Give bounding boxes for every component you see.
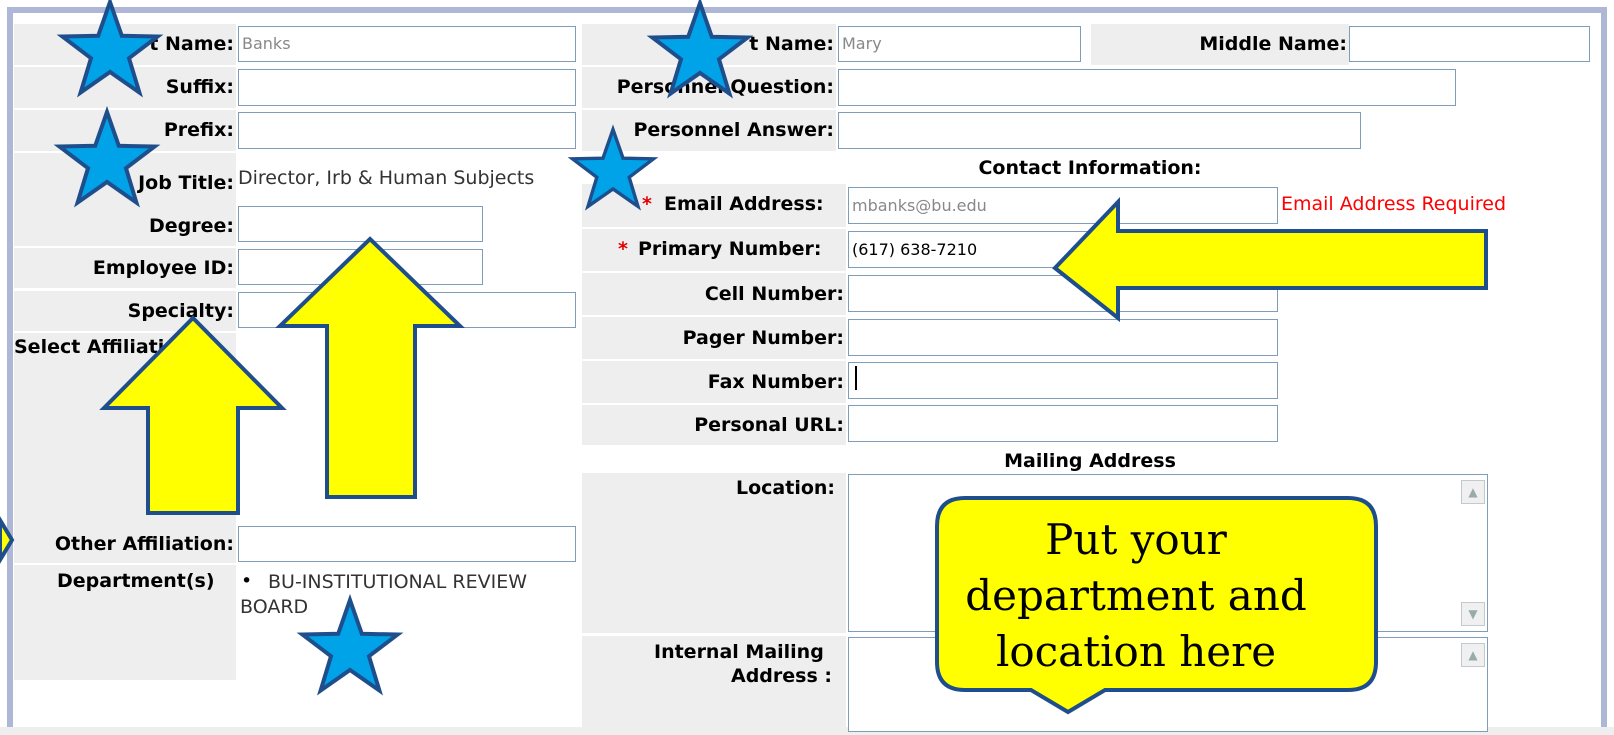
- prefix-label: Prefix:: [14, 110, 236, 151]
- fax-number-input[interactable]: [848, 362, 1278, 399]
- internal-mailing-label-line2: Address :: [731, 665, 832, 687]
- suffix-label: Suffix:: [14, 67, 236, 108]
- select-affiliations-label: Select Affiliations:: [14, 336, 210, 358]
- employee-id-label: Employee ID:: [14, 248, 236, 288]
- fax-number-label: Fax Number:: [582, 361, 846, 403]
- cell-number-input[interactable]: [848, 275, 1278, 312]
- email-label: Email Address:: [664, 193, 824, 215]
- personal-url-input[interactable]: [848, 405, 1278, 442]
- last-name-label: t Name:: [14, 24, 236, 65]
- degree-input[interactable]: [238, 206, 483, 242]
- personnel-question-input[interactable]: [838, 69, 1456, 106]
- affiliations-area: [14, 333, 236, 525]
- job-title-value: Director, Irb & Human Subjects: [238, 167, 535, 189]
- personnel-answer-label: Personnel Answer:: [582, 110, 836, 151]
- first-name-input[interactable]: Mary: [838, 26, 1081, 62]
- first-name-label: t Name:: [582, 24, 836, 65]
- primary-required-marker: *: [618, 238, 628, 260]
- personnel-answer-input[interactable]: [838, 112, 1361, 149]
- job-title-label: Job Title:: [14, 153, 236, 213]
- text-cursor: [855, 366, 857, 390]
- department-item: BU-INSTITUTIONAL REVIEW BOARD: [240, 571, 527, 618]
- email-input[interactable]: mbanks@bu.edu: [848, 187, 1278, 224]
- pager-number-label: Pager Number:: [582, 317, 846, 359]
- email-error-text: Email Address Required: [1281, 193, 1507, 215]
- other-affiliation-input[interactable]: [238, 526, 576, 562]
- contact-information-header: Contact Information:: [978, 157, 1202, 179]
- callout-line-3: location here: [995, 627, 1277, 676]
- internal-mailing-label-line1: Internal Mailing: [654, 641, 824, 663]
- middle-name-input[interactable]: [1349, 26, 1590, 62]
- personnel-question-label: Personnel Question:: [582, 67, 836, 108]
- suffix-input[interactable]: [238, 69, 576, 106]
- pager-number-input[interactable]: [848, 319, 1278, 356]
- departments-label: Department(s): [57, 570, 215, 592]
- specialty-label: Specialty:: [14, 291, 236, 331]
- location-label: Location:: [736, 477, 836, 499]
- email-required-marker: *: [642, 193, 652, 215]
- scroll-up-icon[interactable]: ▲: [1461, 480, 1485, 504]
- personal-url-label: Personal URL:: [582, 405, 846, 445]
- prefix-input[interactable]: [238, 112, 576, 149]
- internal-scroll-up-icon[interactable]: ▲: [1461, 643, 1485, 667]
- mailing-address-header: Mailing Address: [1004, 450, 1176, 472]
- other-affiliation-label: Other Affiliation:: [14, 525, 236, 563]
- middle-name-label: Middle Name:: [1091, 24, 1349, 65]
- degree-label: Degree:: [14, 206, 236, 246]
- callout-line-2: department and: [965, 571, 1307, 620]
- callout-line-1: Put your: [1045, 515, 1227, 564]
- primary-number-input[interactable]: (617) 638-7210: [848, 231, 1278, 268]
- primary-number-label: Primary Number:: [638, 238, 822, 260]
- callout-text: Put your department and location here: [940, 512, 1332, 680]
- cell-number-label: Cell Number:: [582, 273, 846, 315]
- employee-id-input[interactable]: [238, 249, 483, 285]
- specialty-input[interactable]: [238, 292, 576, 328]
- last-name-input[interactable]: Banks: [238, 26, 576, 62]
- scroll-down-icon[interactable]: ▼: [1461, 602, 1485, 626]
